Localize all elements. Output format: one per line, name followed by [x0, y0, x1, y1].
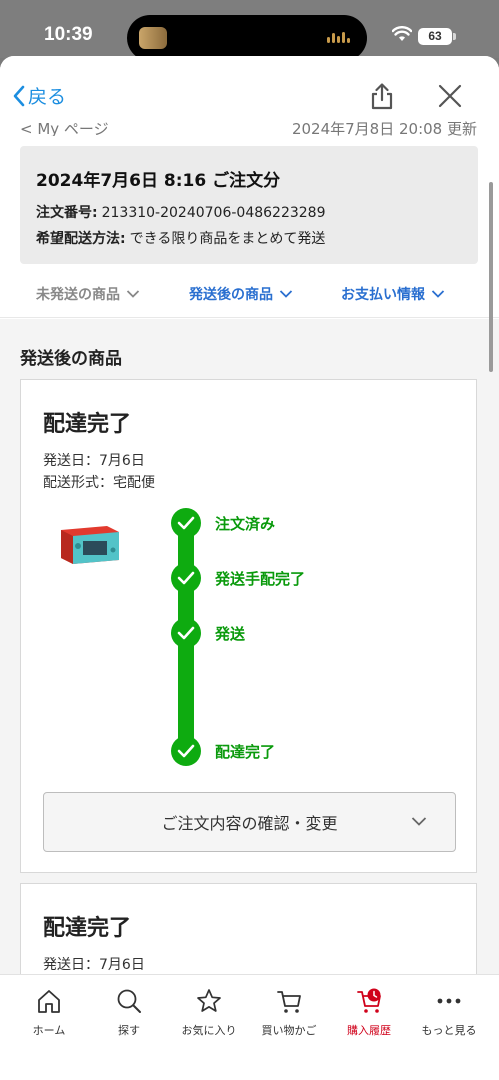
progress-step-label: 配達完了: [215, 742, 276, 761]
check-icon: [171, 736, 201, 766]
product-image[interactable]: [55, 522, 123, 566]
section-heading: 発送後の商品: [20, 349, 122, 369]
order-confirm-change-button[interactable]: ご注文内容の確認・変更: [43, 792, 456, 852]
nav-home-label: ホーム: [32, 1024, 66, 1037]
nav-more[interactable]: もっと見る: [408, 975, 490, 1045]
purchase-history-icon: [357, 988, 381, 1013]
check-icon: [171, 508, 201, 538]
back-label: 戻る: [28, 86, 67, 108]
order-confirm-change-label: ご注文内容の確認・変更: [161, 814, 338, 833]
ship-date: 発送日：7月6日: [43, 453, 145, 469]
updated-timestamp: 2024年7月8日 20:08 更新: [291, 120, 477, 136]
navigation-bar: 戻る: [0, 56, 499, 116]
nav-search-label: 探す: [118, 1024, 140, 1037]
shipment-card: 配達完了 発送日：7月6日 配送形式：宅配便 注文済み 発送手配完了 発送 配達…: [20, 379, 477, 873]
progress-step: 注文済み: [171, 508, 275, 538]
close-icon[interactable]: [436, 82, 464, 110]
progress-step: 配達完了: [171, 736, 275, 766]
order-number-value: 213310-20240706-0486223289: [101, 205, 326, 221]
status-bar: 10:39 63: [0, 0, 499, 61]
tab-payment-label: お支払い情報: [341, 287, 425, 303]
back-button[interactable]: 戻る: [12, 82, 66, 109]
progress-step-label: 発送: [215, 624, 246, 643]
now-playing-artwork-icon: [139, 27, 167, 49]
breadcrumb-mypage[interactable]: < My ページ: [20, 118, 109, 136]
chevron-down-icon: [411, 817, 427, 826]
battery-indicator: 63: [418, 28, 456, 45]
delivery-method-row: 希望配送方法: できる限り商品をまとめて発送: [36, 228, 325, 248]
bottom-navigation: ホーム 探す お気に入り 買い物かご 購入履歴 もっと見る: [0, 974, 499, 1080]
order-detail-sheet: 戻る < My ページ 2024年7月8日 20:08 更新 2024年7月6日…: [0, 56, 499, 1080]
home-icon: [38, 990, 60, 1013]
chevron-down-icon: [126, 290, 140, 298]
tab-shipped[interactable]: 発送後の商品: [189, 284, 293, 304]
share-icon[interactable]: [368, 82, 396, 110]
ship-method: 配送形式：宅配便: [43, 475, 155, 491]
order-number-row: 注文番号: 213310-20240706-0486223289: [36, 202, 326, 222]
order-title: 2024年7月6日 8:16 ご注文分: [36, 171, 281, 191]
scrollbar[interactable]: [489, 182, 493, 372]
nav-cart[interactable]: 買い物かご: [248, 975, 330, 1045]
nav-cart-label: 買い物かご: [261, 1024, 317, 1037]
status-time: 10:39: [44, 24, 93, 45]
section-tabs: 未発送の商品 発送後の商品 お支払い情報: [0, 274, 499, 318]
progress-step-label: 注文済み: [215, 514, 276, 533]
nav-home[interactable]: ホーム: [8, 975, 90, 1045]
wifi-icon: [392, 26, 412, 41]
ship-date: 発送日：7月6日: [43, 957, 145, 973]
tab-shipped-label: 発送後の商品: [189, 287, 273, 303]
shipment-status: 配達完了: [43, 412, 132, 437]
chevron-left-icon: [13, 85, 25, 106]
audio-wave-icon: [327, 31, 353, 45]
delivery-progress: 注文済み 発送手配完了 発送 配達完了: [171, 508, 471, 768]
tab-unshipped[interactable]: 未発送の商品: [36, 284, 140, 304]
search-icon: [117, 989, 141, 1013]
chevron-down-icon: [279, 290, 293, 298]
tab-payment-info[interactable]: お支払い情報: [341, 284, 445, 304]
shipment-status: 配達完了: [43, 916, 132, 941]
progress-step: 発送: [171, 618, 245, 648]
nav-favorites-label: お気に入り: [181, 1024, 237, 1037]
nav-search[interactable]: 探す: [88, 975, 170, 1045]
chevron-down-icon: [431, 290, 445, 298]
order-number-label: 注文番号:: [36, 205, 98, 221]
nav-purchase-history-label: 購入履歴: [347, 1024, 391, 1037]
progress-step-label: 発送手配完了: [215, 569, 306, 588]
more-icon: [437, 998, 461, 1004]
nav-purchase-history[interactable]: 購入履歴: [328, 975, 410, 1045]
delivery-method-value: できる限り商品をまとめて発送: [129, 231, 326, 247]
check-icon: [171, 563, 201, 593]
progress-step: 発送手配完了: [171, 563, 305, 593]
star-icon: [197, 989, 221, 1012]
nav-favorites[interactable]: お気に入り: [168, 975, 250, 1045]
dynamic-island: [127, 15, 367, 61]
cart-icon: [277, 991, 301, 1013]
tab-unshipped-label: 未発送の商品: [36, 287, 120, 303]
order-summary: 2024年7月6日 8:16 ご注文分 注文番号: 213310-20240706…: [20, 146, 478, 264]
delivery-method-label: 希望配送方法:: [36, 231, 126, 247]
check-icon: [171, 618, 201, 648]
scrolled-header-peek: < My ページ 2024年7月8日 20:08 更新: [0, 114, 499, 136]
nav-more-label: もっと見る: [421, 1024, 477, 1037]
